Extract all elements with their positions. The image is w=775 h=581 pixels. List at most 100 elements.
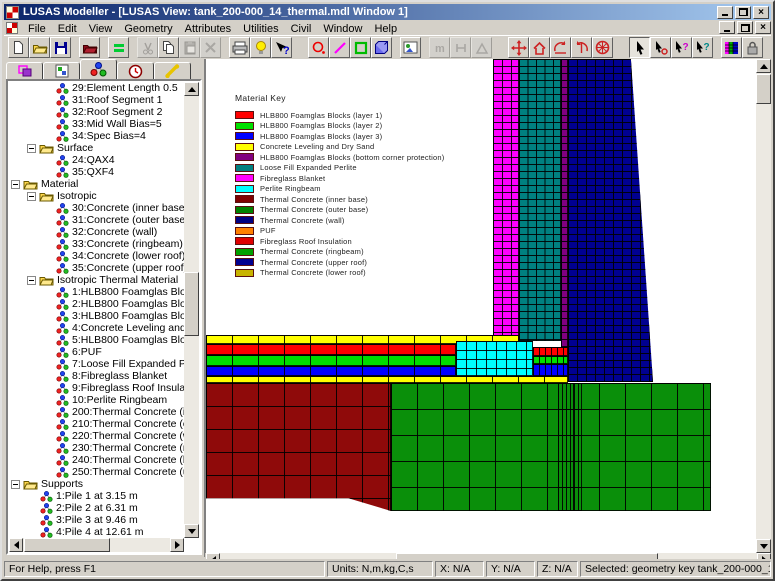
print-button[interactable]: [229, 37, 250, 58]
select-add-cursor-button[interactable]: [650, 37, 671, 58]
point-geometry-button[interactable]: [308, 37, 329, 58]
utilities-tab[interactable]: [154, 62, 191, 79]
open-model-button[interactable]: [79, 37, 100, 58]
open-file-button[interactable]: [29, 37, 50, 58]
tree-item[interactable]: 34:Concrete (lower roof): [9, 250, 184, 262]
tree-item[interactable]: 10:Perlite Ringbeam: [9, 394, 184, 406]
tree-item[interactable]: 31:Roof Segment 1: [9, 94, 184, 106]
menu-file[interactable]: File: [22, 22, 52, 36]
tree-item[interactable]: 240:Thermal Concrete (lower roof): [9, 454, 184, 466]
mesh-toggle-button[interactable]: [721, 37, 742, 58]
tree-item[interactable]: 2:HLB800 Foamglas Blocks (layer 2): [9, 298, 184, 310]
tree-item[interactable]: 9:Fibreglass Roof Insulation: [9, 382, 184, 394]
close-button[interactable]: ×: [753, 6, 769, 19]
home-view-button[interactable]: [529, 37, 550, 58]
tree-scroll-up-icon[interactable]: [184, 82, 199, 96]
mdi-restore-button[interactable]: [737, 21, 753, 34]
tree-item[interactable]: 8:Fibreglass Blanket: [9, 370, 184, 382]
model-canvas[interactable]: Material Key HLB800 Foamglas Blocks (lay…: [205, 59, 762, 553]
collapse-icon[interactable]: [11, 480, 20, 489]
tree-item[interactable]: 6:PUF: [9, 346, 184, 358]
menu-civil[interactable]: Civil: [285, 22, 318, 36]
lock-selection-button[interactable]: [742, 37, 763, 58]
collapse-icon[interactable]: [27, 144, 36, 153]
tree-item[interactable]: 1:Pile 1 at 3.15 m: [9, 490, 184, 502]
equivalence-button[interactable]: [108, 37, 129, 58]
query-cursor-2-button[interactable]: ?: [692, 37, 713, 58]
menu-geometry[interactable]: Geometry: [118, 22, 178, 36]
zoom-wheel-button[interactable]: [592, 37, 613, 58]
new-file-button[interactable]: [8, 37, 29, 58]
tree-item[interactable]: 29:Element Length 0.5: [9, 82, 184, 94]
loadcases-tab[interactable]: [117, 62, 154, 79]
tree-folder-isotropic[interactable]: Isotropic: [9, 190, 184, 202]
pan-view-button[interactable]: [508, 37, 529, 58]
view-vscroll-thumb[interactable]: [756, 74, 771, 104]
collapse-icon[interactable]: [11, 180, 20, 189]
mass-button[interactable]: m: [429, 37, 450, 58]
beam-button[interactable]: [450, 37, 471, 58]
restore-button[interactable]: [735, 6, 751, 19]
tree-item[interactable]: 35:Concrete (upper roof): [9, 262, 184, 274]
menu-window[interactable]: Window: [317, 22, 368, 36]
tree-item[interactable]: 33:Mid Wall Bias=5: [9, 118, 184, 130]
tree-item[interactable]: 1:HLB800 Foamglas Blocks (layer 1): [9, 286, 184, 298]
tree-scroll-down-icon[interactable]: [184, 524, 199, 538]
tree-folder-material[interactable]: Material: [9, 178, 184, 190]
tree-item[interactable]: 200:Thermal Concrete (inner base): [9, 406, 184, 418]
rotate-view-x-button[interactable]: [550, 37, 571, 58]
tree-hscroll-thumb[interactable]: [24, 538, 110, 552]
menu-view[interactable]: View: [83, 22, 119, 36]
tree-item[interactable]: 32:Concrete (wall): [9, 226, 184, 238]
menu-attributes[interactable]: Attributes: [179, 22, 237, 36]
tree-item[interactable]: 3:HLB800 Foamglas Blocks (layer 3): [9, 310, 184, 322]
save-file-button[interactable]: [50, 37, 71, 58]
paste-button[interactable]: [179, 37, 200, 58]
tree-folder-surface[interactable]: Surface: [9, 142, 184, 154]
tree-vscroll-thumb[interactable]: [184, 272, 199, 336]
tree-item[interactable]: 2:Pile 2 at 6.31 m: [9, 502, 184, 514]
query-cursor-button[interactable]: ?: [671, 37, 692, 58]
tree-item[interactable]: 34:Spec Bias=4: [9, 130, 184, 142]
tree-folder-isotropic-thermal-material[interactable]: Isotropic Thermal Material: [9, 274, 184, 286]
tree-item[interactable]: 3:Pile 3 at 9.46 m: [9, 514, 184, 526]
tree-item[interactable]: 30:Concrete (inner base): [9, 202, 184, 214]
tree-item[interactable]: 250:Thermal Concrete (upper roof): [9, 466, 184, 478]
mdi-close-button[interactable]: ×: [755, 21, 771, 34]
tree-item[interactable]: 210:Thermal Concrete (outer base): [9, 418, 184, 430]
minimize-button[interactable]: [717, 6, 733, 19]
collapse-icon[interactable]: [27, 276, 36, 285]
tree-vscrollbar[interactable]: [184, 82, 199, 538]
tree-item[interactable]: 4:Concrete Leveling and Dry Sand: [9, 322, 184, 334]
cut-button[interactable]: [137, 37, 158, 58]
image-button[interactable]: [400, 37, 421, 58]
tree-folder-supports[interactable]: Supports: [9, 478, 184, 490]
menu-edit[interactable]: Edit: [52, 22, 83, 36]
delete-button[interactable]: [200, 37, 221, 58]
layers-tab[interactable]: [6, 62, 43, 79]
tree-item[interactable]: 32:Roof Segment 2: [9, 106, 184, 118]
mdi-minimize-button[interactable]: [719, 21, 735, 34]
tree-scroll-right-icon[interactable]: [170, 538, 184, 552]
view-vscrollbar[interactable]: [756, 59, 771, 553]
view-scroll-up-icon[interactable]: [756, 59, 771, 73]
surface-geometry-button[interactable]: [350, 37, 371, 58]
tree-item[interactable]: 230:Thermal Concrete (ringbeam): [9, 442, 184, 454]
copy-button[interactable]: [158, 37, 179, 58]
tree-item[interactable]: 35:QXF4: [9, 166, 184, 178]
tree-item[interactable]: 7:Loose Fill Expanded Perlite: [9, 358, 184, 370]
menu-help[interactable]: Help: [368, 22, 403, 36]
render-bulb-button[interactable]: [250, 37, 271, 58]
line-geometry-button[interactable]: [329, 37, 350, 58]
tree-item[interactable]: 24:QAX4: [9, 154, 184, 166]
collapse-icon[interactable]: [27, 192, 36, 201]
tree-item[interactable]: 5:HLB800 Foamglas Blocks (bottom corner): [9, 334, 184, 346]
shell-button[interactable]: [471, 37, 492, 58]
menu-utilities[interactable]: Utilities: [237, 22, 284, 36]
tree-item[interactable]: 220:Thermal Concrete (wall): [9, 430, 184, 442]
groups-tab[interactable]: [43, 62, 80, 79]
tree-item[interactable]: 31:Concrete (outer base): [9, 214, 184, 226]
tree-item[interactable]: 4:Pile 4 at 12.61 m: [9, 526, 184, 538]
tree-hscrollbar[interactable]: [9, 538, 184, 552]
view-scroll-down-icon[interactable]: [756, 539, 771, 553]
